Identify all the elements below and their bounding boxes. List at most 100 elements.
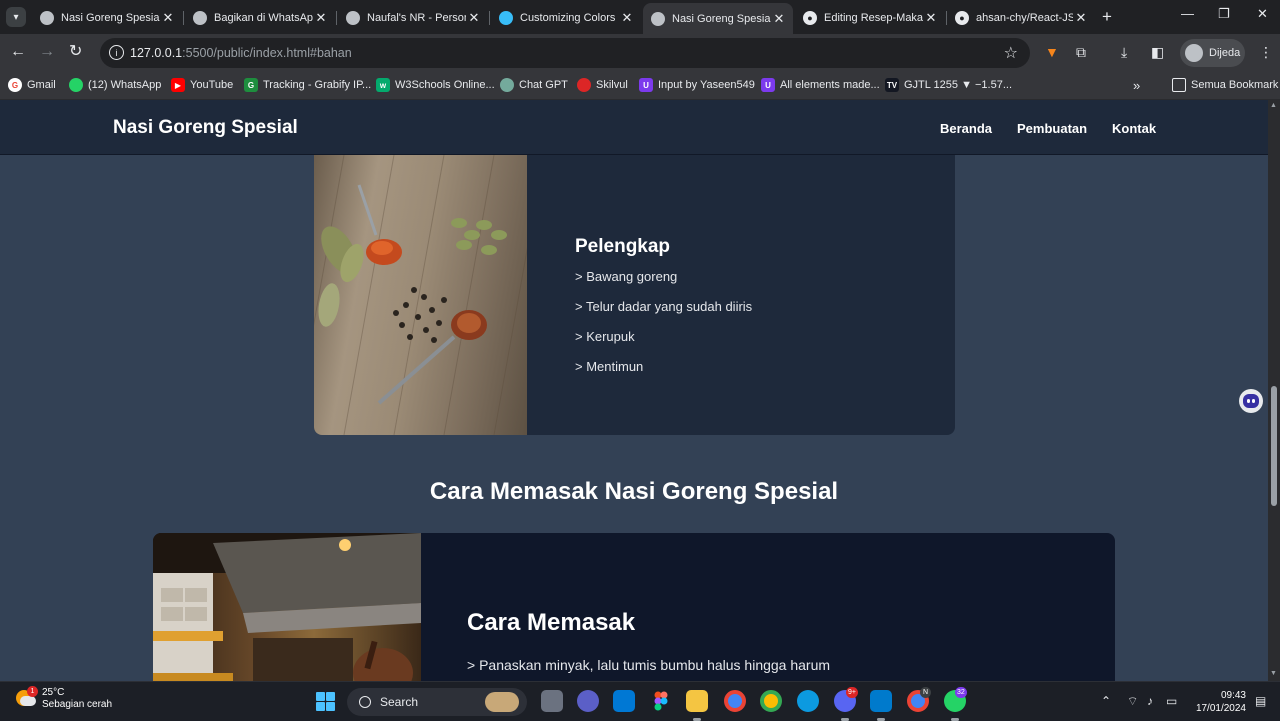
browser-toolbar: ← → ↻ i 127.0.0.1:5500/public/index.html…	[0, 34, 1280, 72]
nav-link-beranda[interactable]: Beranda	[940, 121, 992, 136]
file-explorer-icon[interactable]	[686, 690, 708, 721]
bookmark-label: Skilvul	[596, 79, 628, 91]
back-icon[interactable]: ←	[10, 43, 26, 61]
metamask-icon[interactable]: ▼	[1045, 44, 1059, 60]
system-clock[interactable]: 09:43 17/01/2024	[1192, 689, 1246, 715]
extensions-icon[interactable]: ⧉	[1076, 44, 1086, 61]
side-panel-icon[interactable]: ◧	[1151, 44, 1164, 61]
uiverse-icon: U	[639, 78, 653, 92]
close-icon[interactable]: ✕	[619, 10, 635, 26]
tab-divider	[183, 11, 184, 25]
profile-button[interactable]: Dijeda	[1180, 39, 1245, 67]
google-icon: G	[8, 78, 22, 92]
bookmark-label: YouTube	[190, 79, 234, 91]
site-title[interactable]: Nasi Goreng Spesial	[113, 117, 298, 139]
bookmark-whatsapp[interactable]: (12) WhatsApp	[69, 78, 161, 92]
whatsapp-badge: 32	[955, 687, 967, 698]
download-icon[interactable]: ⤓	[1121, 44, 1127, 61]
close-window-icon[interactable]: ✕	[1257, 6, 1268, 22]
globe-icon	[346, 10, 360, 25]
bookmark-star-icon[interactable]: ☆	[1004, 43, 1018, 63]
close-icon[interactable]: ✕	[160, 10, 176, 26]
windows-start-icon[interactable]	[316, 692, 335, 711]
close-icon[interactable]: ✕	[313, 10, 329, 26]
bookmark-youtube[interactable]: ▶ YouTube	[171, 78, 233, 92]
weather-icon: 1	[12, 686, 38, 710]
tab-1[interactable]: Bagikan di WhatsApp ✕	[185, 5, 335, 30]
address-host: 127.0.0.1	[130, 46, 183, 60]
floating-extension-button[interactable]	[1239, 389, 1263, 413]
scroll-up-arrow-icon[interactable]: ▲	[1270, 102, 1277, 109]
close-icon[interactable]: ✕	[466, 10, 482, 26]
all-bookmarks-folder[interactable]: Semua Bookmark	[1172, 78, 1278, 92]
minimize-icon[interactable]: —	[1181, 6, 1194, 21]
profile-label: Dijeda	[1209, 47, 1241, 59]
teams-chat-icon[interactable]	[577, 690, 599, 712]
weather-desc: Sebagian cerah	[42, 699, 113, 710]
pelengkap-item: > Mentimun	[575, 359, 644, 374]
tab-5[interactable]: ● Editing Resep-Makan ✕	[795, 5, 945, 30]
uiverse-icon: U	[761, 78, 775, 92]
bookmark-label: W3Schools Online...	[395, 79, 495, 91]
chrome-profile-badge: N	[920, 687, 931, 698]
weather-widget[interactable]: 1 25°C Sebagian cerah	[12, 686, 113, 711]
tradingview-icon: TV	[885, 78, 899, 92]
close-icon[interactable]: ✕	[1073, 10, 1089, 26]
menu-kebab-icon[interactable]: ⋮	[1259, 44, 1273, 61]
bookmark-gmail[interactable]: G Gmail	[8, 78, 56, 92]
close-icon[interactable]: ✕	[923, 10, 939, 26]
bookmark-grabify[interactable]: G Tracking - Grabify IP...	[244, 78, 371, 92]
chrome-canary-icon[interactable]	[760, 690, 782, 712]
tab-label: Editing Resep-Makan	[824, 11, 923, 24]
address-bar[interactable]: i 127.0.0.1:5500/public/index.html#bahan…	[100, 38, 1030, 68]
microsoft-store-icon[interactable]	[613, 690, 635, 712]
forward-icon[interactable]: →	[39, 43, 55, 61]
tab-label: Bagikan di WhatsApp	[214, 11, 313, 24]
bookmark-uiverse-input[interactable]: U Input by Yaseen549	[639, 78, 755, 92]
scrollbar-thumb[interactable]	[1271, 386, 1277, 506]
tab-2[interactable]: Naufal's NR - Person ✕	[338, 5, 488, 30]
tab-label: Customizing Colors	[520, 11, 616, 24]
figma-icon[interactable]	[650, 690, 672, 712]
new-tab-button[interactable]: +	[1102, 8, 1112, 25]
address-url[interactable]: 127.0.0.1:5500/public/index.html#bahan	[130, 46, 352, 60]
tab-label: Naufal's NR - Person	[367, 11, 466, 24]
bookmark-skilvul[interactable]: Skilvul	[577, 78, 628, 92]
bookmarks-bar: G Gmail (12) WhatsApp ▶ YouTube G Tracki…	[0, 72, 1280, 100]
site-info-icon[interactable]: i	[109, 45, 124, 60]
vscode-icon[interactable]	[870, 690, 892, 721]
bookmark-chatgpt[interactable]: Chat GPT	[500, 78, 568, 92]
cara-memasak-title: Cara Memasak	[467, 609, 636, 636]
close-icon[interactable]: ✕	[771, 11, 787, 27]
tab-6[interactable]: ● ahsan-chy/React-JS- ✕	[947, 5, 1095, 30]
volume-icon[interactable]: ♪	[1147, 694, 1153, 708]
taskbar-search[interactable]: Search	[347, 688, 527, 716]
wifi-icon[interactable]: ⌔	[1127, 694, 1138, 709]
scroll-down-arrow-icon[interactable]: ▼	[1270, 670, 1277, 677]
chrome-icon[interactable]	[724, 690, 746, 712]
task-view-icon[interactable]	[541, 690, 563, 712]
tab-search-button[interactable]: ▾	[6, 7, 26, 27]
tab-0[interactable]: Nasi Goreng Spesial ✕	[32, 5, 182, 30]
maximize-icon[interactable]: ❐	[1218, 6, 1230, 22]
all-bookmarks-label: Semua Bookmark	[1191, 79, 1279, 91]
bookmark-tradingview[interactable]: TV GJTL 1255 ▼ −1.57...	[885, 78, 1012, 92]
more-bookmarks-icon[interactable]: »	[1133, 78, 1140, 93]
pelengkap-card: Pelengkap > Bawang goreng > Telur dadar …	[314, 135, 955, 435]
nav-link-kontak[interactable]: Kontak	[1112, 121, 1156, 136]
weather-badge: 1	[27, 686, 38, 697]
show-hidden-icons-icon[interactable]: ⌃	[1101, 694, 1111, 708]
bookmark-w3schools[interactable]: w W3Schools Online...	[376, 78, 495, 92]
tab-4-active[interactable]: Nasi Goreng Spesial ✕	[643, 3, 793, 34]
bookmark-uiverse-elements[interactable]: U All elements made...	[761, 78, 880, 92]
notifications-icon[interactable]: ▤	[1255, 694, 1266, 708]
windows-taskbar: 1 25°C Sebagian cerah Search 9+ N 32 ⌃ ⌔…	[0, 681, 1280, 721]
page-viewport: Pelengkap > Bawang goreng > Telur dadar …	[0, 100, 1268, 681]
page-scrollbar[interactable]: ▲ ▼	[1268, 100, 1280, 681]
tab-3[interactable]: Customizing Colors ✕	[491, 5, 641, 30]
battery-icon[interactable]: ▭	[1166, 694, 1177, 708]
edge-icon[interactable]	[797, 690, 819, 712]
reload-icon[interactable]: ↻	[69, 43, 82, 61]
bot-icon	[1243, 394, 1259, 408]
nav-link-pembuatan[interactable]: Pembuatan	[1017, 121, 1087, 136]
